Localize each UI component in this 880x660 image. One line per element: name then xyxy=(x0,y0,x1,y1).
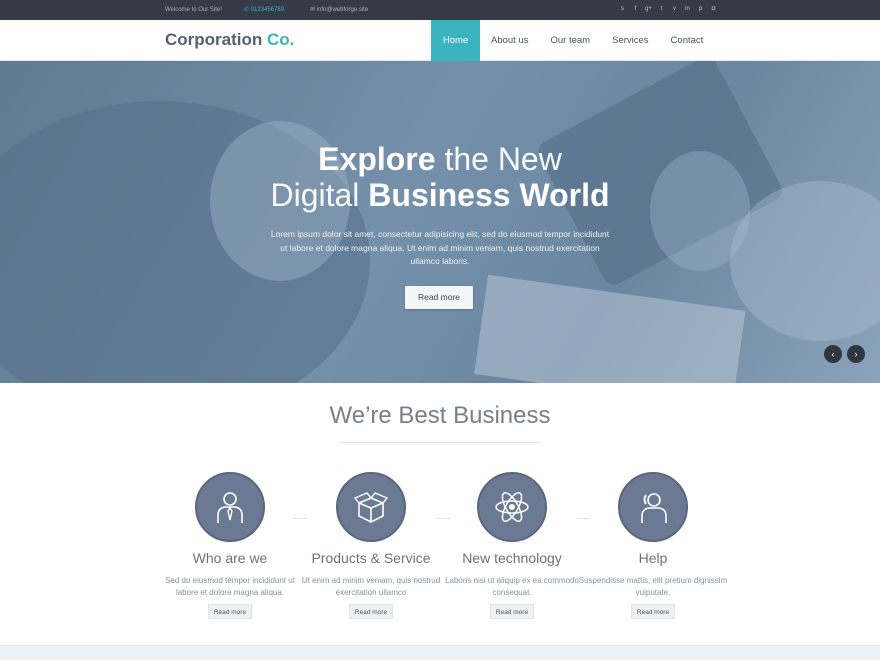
feature-title: Help xyxy=(638,550,668,566)
heading-divider xyxy=(340,442,540,443)
section-heading: We’re Best Business xyxy=(329,402,551,429)
nav-item-services[interactable]: Services xyxy=(601,20,659,61)
hero-title-line-1: Explore the New xyxy=(318,141,562,177)
logo-suffix: Co. xyxy=(267,30,295,49)
feature-icon-circle xyxy=(477,472,547,542)
slider-prev-arrow-icon[interactable]: ‹ xyxy=(824,345,842,363)
feature-description: Suspendisse mattis, elit pretium digniss… xyxy=(578,576,728,597)
nav-item-about-us[interactable]: About us xyxy=(480,20,540,61)
feature-description: Sed do eiusmod tempor incididunt ut labo… xyxy=(165,576,295,597)
email-link[interactable]: ✉ info@webforge.site xyxy=(310,6,368,14)
google-plus-icon[interactable]: g+ xyxy=(644,5,653,14)
site-logo[interactable]: Corporation Co. xyxy=(165,30,294,50)
skype-icon[interactable]: s xyxy=(618,5,627,14)
hero-background-image xyxy=(0,61,880,383)
pinterest-icon[interactable]: p xyxy=(696,5,705,14)
twitter-icon[interactable]: t xyxy=(657,5,666,14)
top-bar: Welcome to Our Site! ✆ 0123456789 ✉ info… xyxy=(0,0,880,20)
nav-menu: Home About us Our team Services Contact xyxy=(431,20,714,61)
feature-description: Ut enim ad minim veniam, quis nostrud ex… xyxy=(301,576,441,597)
person-tie-icon xyxy=(217,492,243,523)
nav-item-home[interactable]: Home xyxy=(431,20,480,61)
atom-icon xyxy=(495,492,529,522)
slider-next-arrow-icon[interactable]: › xyxy=(847,345,865,363)
instagram-icon[interactable]: ◘ xyxy=(709,5,718,14)
nav-item-contact[interactable]: Contact xyxy=(660,20,715,61)
feature-read-more-button[interactable]: Read more xyxy=(349,604,393,619)
nav-item-our-team[interactable]: Our team xyxy=(540,20,602,61)
main-navigation: Corporation Co. Home About us Our team S… xyxy=(0,20,880,61)
feature-separator xyxy=(436,518,450,519)
box-icon xyxy=(353,492,389,523)
feature-icon-circle xyxy=(336,472,406,542)
facebook-icon[interactable]: f xyxy=(631,5,640,14)
welcome-text: Welcome to Our Site! xyxy=(165,7,222,13)
social-links: s f g+ t v in p ◘ xyxy=(618,5,718,14)
feature-title: New technology xyxy=(462,550,562,566)
feature-read-more-button[interactable]: Read more xyxy=(490,604,534,619)
vimeo-icon[interactable]: v xyxy=(670,5,679,14)
feature-read-more-button[interactable]: Read more xyxy=(208,604,252,619)
hero-slider: Explore the New Digital Business World L… xyxy=(0,61,880,383)
feature-icon-circle xyxy=(195,472,265,542)
feature-icon-circle xyxy=(618,472,688,542)
hero-read-more-button[interactable]: Read more xyxy=(405,286,473,309)
hero-paragraph: Lorem ipsum dolor sit amet, consectetur … xyxy=(270,229,610,266)
feature-read-more-button[interactable]: Read more xyxy=(631,604,675,619)
email-address: info@webforge.site xyxy=(316,7,369,13)
support-person-icon xyxy=(641,493,667,523)
feature-title: Products & Service xyxy=(311,550,431,566)
feature-title: Who are we xyxy=(192,550,268,566)
linkedin-icon[interactable]: in xyxy=(683,5,692,14)
next-section-band xyxy=(0,645,880,660)
hero-title-line-2: Digital Business World xyxy=(270,177,610,213)
phone-number: 0123456789 xyxy=(250,7,285,13)
phone-link[interactable]: ✆ 0123456789 xyxy=(244,6,284,14)
feature-description: Laboris nisi ut aliquip ex ea commodo co… xyxy=(445,576,579,597)
logo-name: Corporation xyxy=(165,30,263,49)
feature-separator xyxy=(576,518,590,519)
feature-separator xyxy=(293,518,307,519)
